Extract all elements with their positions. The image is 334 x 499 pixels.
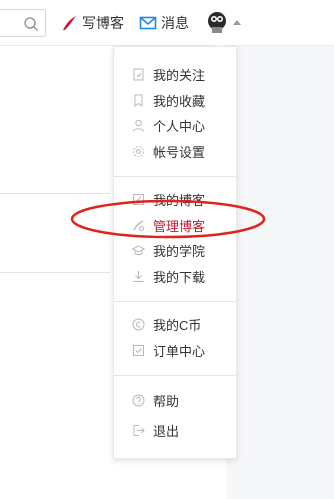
menu-item-label: 帮助 — [153, 393, 180, 409]
menu-item-label: 订单中心 — [153, 343, 206, 359]
menu-item-label: 我的博客 — [153, 193, 206, 209]
page: 写博客 消息 我的关注 我的收藏 个人中心 帐号设置 我的博客 管理博客 我的学… — [0, 0, 334, 499]
write-blog-label: 写博客 — [82, 15, 124, 31]
avatar[interactable] — [204, 9, 230, 35]
content-divider — [0, 272, 110, 273]
user-icon — [133, 120, 144, 132]
caret-up-icon — [233, 19, 241, 25]
messages-link[interactable]: 消息 — [139, 12, 189, 34]
help-icon — [132, 394, 145, 406]
search-input[interactable] — [0, 9, 46, 37]
logout-icon — [133, 424, 145, 436]
quill-icon — [63, 16, 76, 30]
menu-item-logout[interactable]: 退出 — [114, 415, 238, 445]
mail-icon — [139, 16, 157, 30]
menu-item-help[interactable]: 帮助 — [114, 385, 238, 415]
download-icon — [133, 270, 144, 282]
pen-icon — [133, 220, 144, 231]
menu-item-label: 我的C币 — [153, 318, 202, 334]
menu-item-label: 个人中心 — [153, 119, 206, 135]
checkbox-icon — [133, 344, 144, 356]
bookmark-page-icon — [133, 68, 144, 81]
bookmark-icon — [134, 94, 143, 107]
menu-separator — [114, 375, 238, 376]
gear-icon — [133, 145, 144, 157]
menu-group-blog: 我的博客 管理博客 我的学院 我的下载 — [114, 187, 238, 289]
menu-item-my-academy[interactable]: 我的学院 — [114, 238, 238, 264]
menu-item-label: 我的下载 — [153, 269, 206, 285]
menu-item-label: 我的收藏 — [153, 93, 206, 109]
content-divider — [0, 193, 110, 194]
blog-icon — [133, 194, 144, 206]
menu-item-account-settings[interactable]: 帐号设置 — [114, 139, 238, 165]
user-menu-toggle[interactable] — [204, 9, 241, 35]
menu-item-my-follow[interactable]: 我的关注 — [114, 62, 238, 88]
menu-item-personal-center[interactable]: 个人中心 — [114, 113, 238, 139]
graduation-cap-icon — [132, 245, 145, 256]
messages-label: 消息 — [161, 15, 189, 31]
coin-icon — [132, 318, 145, 331]
menu-item-manage-blog[interactable]: 管理博客 — [114, 213, 238, 239]
menu-item-my-coins[interactable]: 我的C币 — [114, 312, 238, 338]
menu-item-label: 我的关注 — [153, 68, 206, 84]
menu-group-finance: 我的C币 订单中心 — [114, 312, 238, 363]
top-navbar: 写博客 消息 — [0, 0, 334, 46]
menu-group-misc: 帮助 退出 — [114, 385, 238, 445]
menu-item-order-center[interactable]: 订单中心 — [114, 338, 238, 364]
menu-group-account: 我的关注 我的收藏 个人中心 帐号设置 — [114, 62, 238, 164]
menu-item-label: 退出 — [153, 423, 180, 439]
menu-item-label: 帐号设置 — [153, 144, 206, 160]
user-dropdown-menu: 我的关注 我的收藏 个人中心 帐号设置 我的博客 管理博客 我的学院 我的下载 … — [113, 46, 238, 459]
menu-item-label: 管理博客 — [153, 218, 206, 234]
search-icon[interactable] — [23, 16, 39, 32]
write-blog-link[interactable]: 写博客 — [60, 12, 124, 34]
menu-item-my-downloads[interactable]: 我的下载 — [114, 264, 238, 290]
menu-separator — [114, 176, 238, 177]
menu-separator — [114, 301, 238, 302]
menu-item-my-favorites[interactable]: 我的收藏 — [114, 88, 238, 114]
menu-item-my-blog[interactable]: 我的博客 — [114, 187, 238, 213]
menu-item-label: 我的学院 — [153, 244, 206, 260]
